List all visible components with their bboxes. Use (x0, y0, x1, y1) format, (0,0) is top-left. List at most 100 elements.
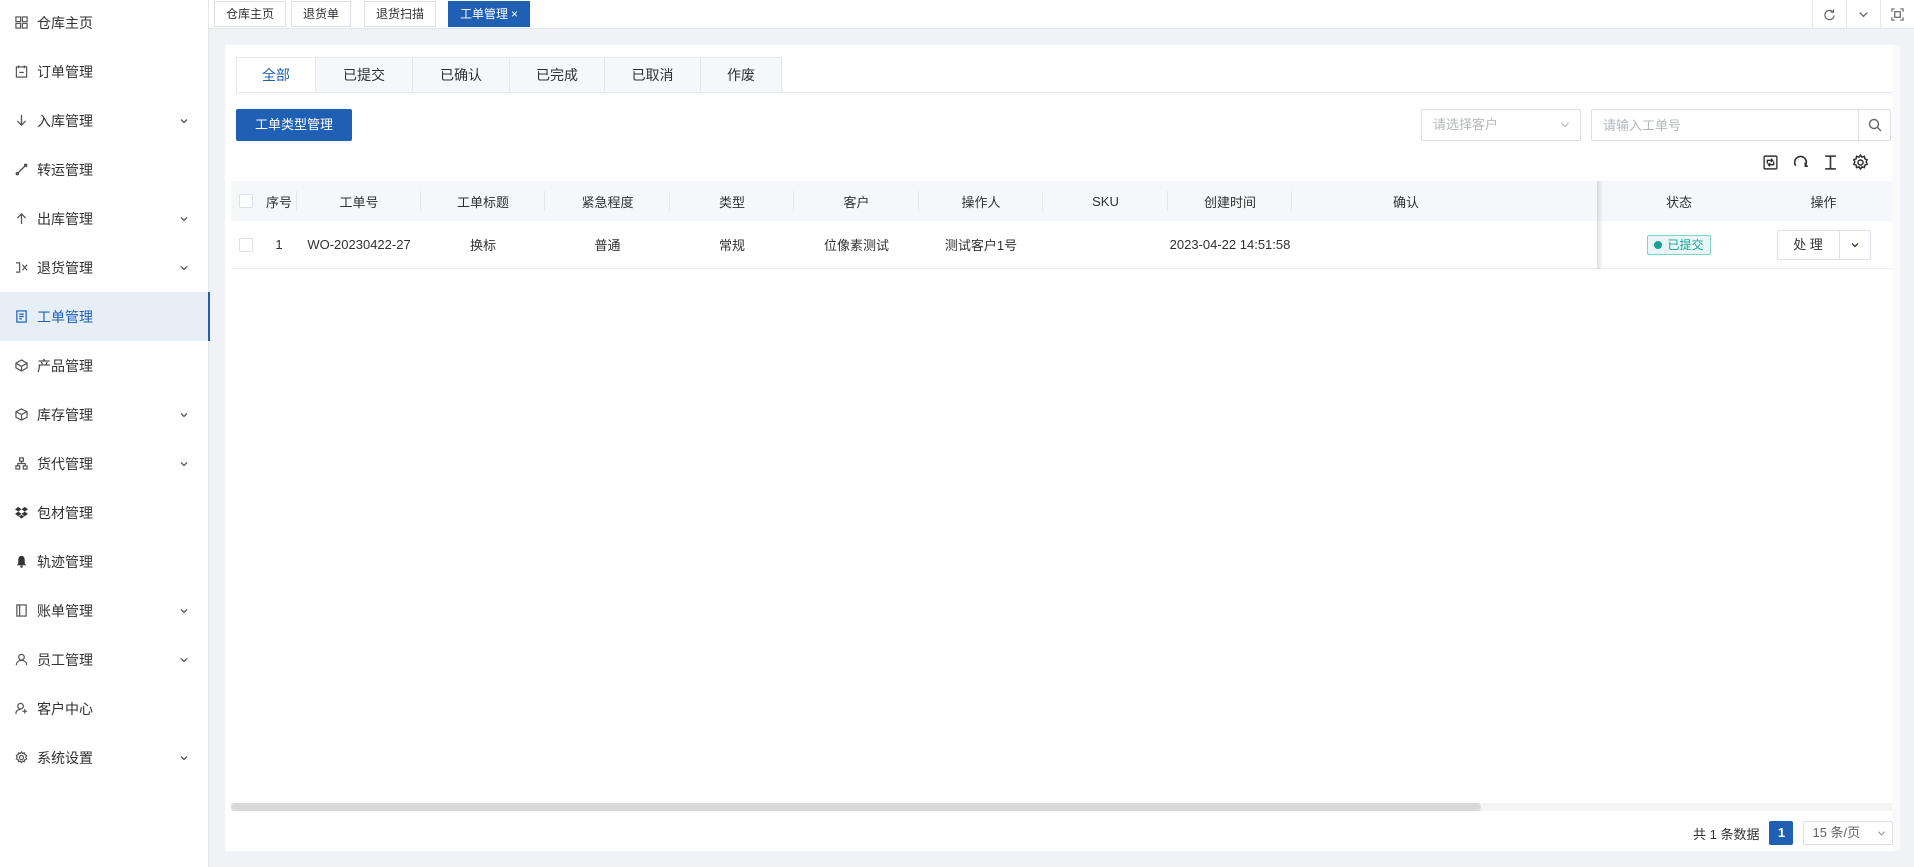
export-button[interactable] (1761, 153, 1779, 171)
arrow-up-icon (14, 212, 28, 226)
transfer-icon (14, 163, 28, 177)
cube-icon (14, 408, 28, 422)
sidebar-item-inventory[interactable]: 库存管理 (0, 390, 209, 439)
cell-sku (1043, 221, 1168, 268)
action-dropdown-button[interactable] (1840, 231, 1870, 259)
sidebar-item-warehouse-home[interactable]: 仓库主页 (0, 0, 209, 47)
work-order-search-input[interactable] (1592, 110, 1858, 140)
tab-all[interactable]: 全部 (236, 57, 316, 93)
col-header-title: 工单标题 (421, 181, 545, 221)
cell-action: 处 理 (1755, 221, 1892, 268)
col-header-status: 状态 (1665, 194, 1692, 210)
chevron-down-icon (1851, 242, 1858, 247)
customer-select[interactable]: 请选择客户 (1421, 109, 1581, 141)
chevron-down-icon (180, 755, 188, 760)
refresh-button[interactable] (1812, 0, 1846, 28)
cell-customer: 位像素测试 (823, 238, 889, 253)
tab-cancelled[interactable]: 已取消 (605, 57, 701, 93)
pagination: 共 1 条数据 1 15 条/页 (1693, 821, 1894, 845)
horizontal-scrollbar[interactable] (231, 803, 1892, 811)
refresh-icon (1824, 8, 1835, 20)
sidebar-item-label: 包材管理 (37, 504, 93, 521)
sidebar-item-products[interactable]: 产品管理 (0, 341, 209, 390)
status-badge: 已提交 (1647, 234, 1711, 255)
cell-urgency: 普通 (594, 238, 621, 253)
col-header-action: 操作 (1810, 194, 1837, 210)
sidebar: 仓库主页 订单管理 入库管理 转运管理 出库管理 退货管理 工单管理 产品管理 … (0, 0, 210, 867)
customer-select-placeholder: 请选择客户 (1433, 117, 1499, 132)
select-all-checkbox[interactable] (239, 194, 253, 208)
cell-status: 已提交 (1603, 221, 1755, 268)
work-order-type-manage-button[interactable]: 工单类型管理 (236, 109, 352, 141)
sidebar-item-label: 客户中心 (37, 700, 93, 717)
page-size-select[interactable]: 15 条/页 (1803, 821, 1894, 845)
sidebar-item-label: 系统设置 (37, 749, 93, 766)
page-tab-label: 仓库主页 (226, 7, 275, 21)
page-number-button[interactable]: 1 (1769, 821, 1794, 845)
cell-type: 常规 (718, 238, 745, 253)
sidebar-item-transfer[interactable]: 转运管理 (0, 145, 209, 194)
reload-button[interactable] (1791, 153, 1809, 171)
export-icon (1762, 154, 1778, 170)
sidebar-item-inbound[interactable]: 入库管理 (0, 96, 209, 145)
col-header-created: 创建时间 (1168, 181, 1292, 221)
page-tab-return-orders[interactable]: 退货单 (291, 1, 352, 27)
sidebar-item-label: 出库管理 (37, 210, 93, 227)
tab-confirmed[interactable]: 已确认 (413, 57, 510, 93)
sidebar-item-settings[interactable]: 系统设置 (0, 733, 209, 782)
table-tools (1761, 153, 1869, 171)
sidebar-item-label: 工单管理 (37, 308, 93, 325)
order-icon (14, 65, 28, 79)
sidebar-item-customer-center[interactable]: 客户中心 (0, 684, 209, 733)
sidebar-item-billing[interactable]: 账单管理 (0, 586, 209, 635)
sidebar-item-label: 转运管理 (37, 161, 93, 178)
chevron-down-icon (180, 657, 188, 662)
product-icon (14, 359, 28, 373)
column-settings-button[interactable] (1851, 153, 1869, 171)
search-button[interactable] (1858, 110, 1890, 140)
fullscreen-button[interactable] (1880, 0, 1914, 28)
vertical-scrollbar[interactable] (1892, 45, 1900, 851)
bill-icon (14, 604, 28, 618)
page-tabs-bar: 仓库主页 退货单 退货扫描 工单管理 × (209, 0, 1914, 29)
page-tab-return-scan[interactable]: 退货扫描 (364, 1, 437, 27)
tab-voided[interactable]: 作废 (701, 57, 782, 93)
select-all-checkbox-cell (231, 181, 261, 221)
horizontal-scrollbar-thumb[interactable] (231, 803, 1481, 811)
sidebar-item-orders[interactable]: 订单管理 (0, 47, 209, 96)
tab-submitted[interactable]: 已提交 (316, 57, 413, 93)
tab-completed[interactable]: 已完成 (510, 57, 605, 93)
col-header-order-no: 工单号 (297, 181, 421, 221)
cell-order-no: WO-20230422-27 (307, 237, 411, 252)
chevron-down-icon (180, 608, 188, 613)
col-header-urgency: 紧急程度 (545, 181, 670, 221)
bell-icon (14, 555, 28, 569)
sidebar-item-label: 产品管理 (37, 357, 93, 374)
sidebar-item-returns[interactable]: 退货管理 (0, 243, 209, 292)
user-icon (14, 653, 28, 667)
chevron-down-icon (1859, 11, 1868, 17)
tabs-divider (236, 92, 1892, 93)
sidebar-item-packaging[interactable]: 包材管理 (0, 488, 209, 537)
page-tab-warehouse-home[interactable]: 仓库主页 (214, 1, 287, 27)
column-height-button[interactable] (1821, 153, 1839, 171)
close-icon[interactable]: × (511, 7, 518, 21)
sidebar-item-label: 库存管理 (37, 406, 93, 423)
arrow-down-icon (14, 114, 28, 128)
tabs-menu-button[interactable] (1846, 0, 1880, 28)
status-tabs: 全部 已提交 已确认 已完成 已取消 作废 (236, 57, 782, 93)
chevron-down-icon (1561, 122, 1569, 128)
row-checkbox[interactable] (239, 237, 253, 252)
fixed-row: 已提交 处 理 (1603, 221, 1892, 269)
sidebar-item-forwarders[interactable]: 货代管理 (0, 439, 209, 488)
process-button[interactable]: 处 理 (1778, 230, 1840, 259)
sidebar-item-label: 仓库主页 (37, 14, 93, 31)
sidebar-item-outbound[interactable]: 出库管理 (0, 194, 209, 243)
sidebar-item-tracking[interactable]: 轨迹管理 (0, 537, 209, 586)
status-badge-label: 已提交 (1667, 238, 1704, 252)
sidebar-item-staff[interactable]: 员工管理 (0, 635, 209, 684)
cell-index: 1 (275, 237, 283, 252)
sidebar-item-label: 货代管理 (37, 455, 93, 472)
page-tab-work-orders[interactable]: 工单管理 × (448, 1, 531, 27)
sidebar-item-work-orders[interactable]: 工单管理 (0, 292, 210, 341)
